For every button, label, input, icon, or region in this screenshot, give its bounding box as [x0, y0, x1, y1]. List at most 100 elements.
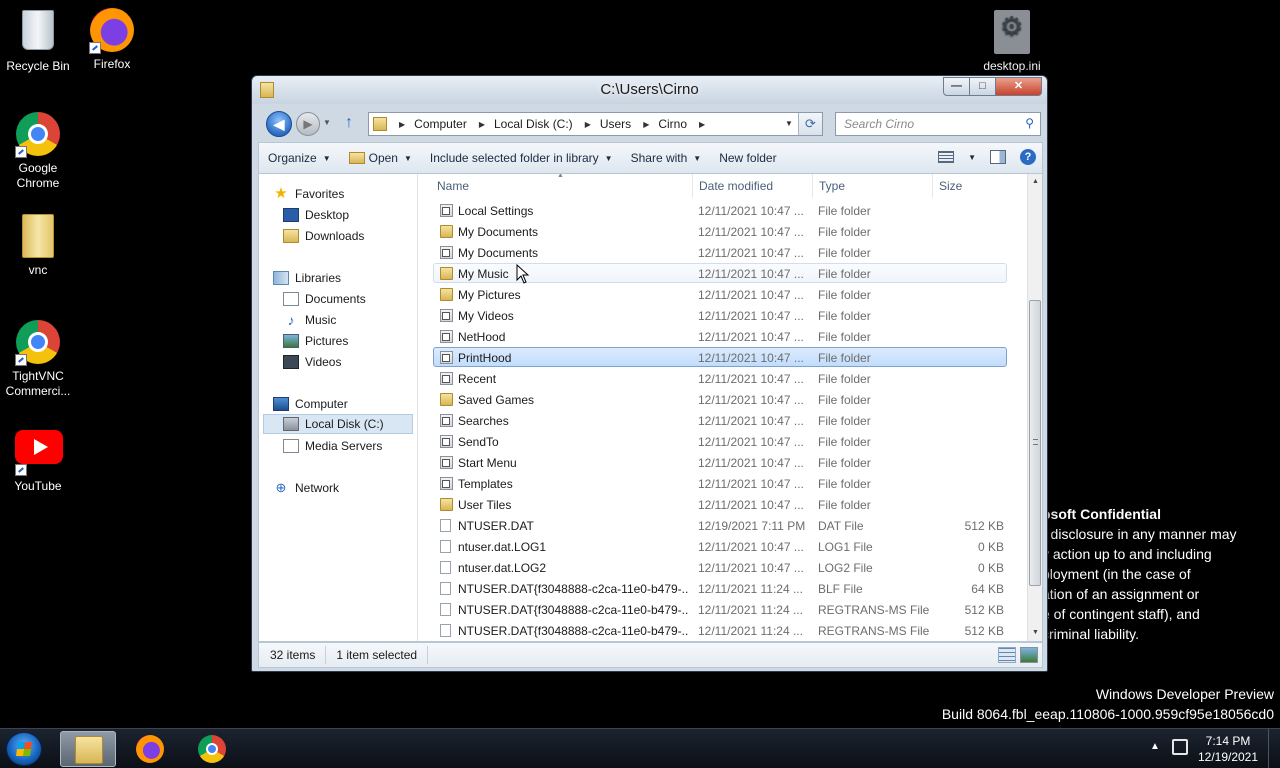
- title-bar[interactable]: C:\Users\Cirno — □ ✕: [252, 76, 1047, 104]
- nav-desktop[interactable]: Desktop: [283, 205, 349, 225]
- file-date: 12/19/2021 7:11 PM: [698, 519, 806, 533]
- share-with-button[interactable]: Share with ▼: [622, 143, 711, 173]
- column-header-size[interactable]: Size: [933, 174, 1013, 198]
- file-row[interactable]: My Pictures 12/11/2021 10:47 ... File fold…: [433, 284, 1007, 304]
- file-row[interactable]: Local Settings 12/11/2021 10:47 ... File f…: [433, 200, 1007, 220]
- column-header-type[interactable]: Type: [813, 174, 933, 198]
- breadcrumb-local-disk[interactable]: Local Disk (C:): [494, 117, 573, 131]
- desktop-icon-recycle-bin[interactable]: Recycle Bin: [0, 8, 76, 74]
- file-row[interactable]: NTUSER.DAT{f3048888-c2ca-11e0-b479-... 12…: [433, 620, 1007, 640]
- vertical-scrollbar[interactable]: ▲ ▼: [1027, 174, 1042, 641]
- file-row[interactable]: My Documents 12/11/2021 10:47 ... File fol…: [433, 221, 1007, 241]
- nav-documents[interactable]: Documents: [283, 289, 366, 309]
- forward-button[interactable]: ▶: [296, 112, 320, 136]
- show-desktop-button[interactable]: [1268, 729, 1280, 768]
- refresh-button[interactable]: ⟳: [798, 113, 822, 135]
- desktop-icon-youtube[interactable]: YouTube: [0, 424, 76, 494]
- column-header-name[interactable]: Name: [431, 174, 693, 198]
- chevron-right-icon[interactable]: ▶: [479, 120, 485, 129]
- taskbar-firefox-button[interactable]: [122, 731, 178, 767]
- change-view-icon[interactable]: [938, 151, 955, 163]
- include-in-library-button[interactable]: Include selected folder in library ▼: [421, 143, 622, 173]
- navigation-bar: ◀ ▶ ▼ ↑ ▶ Computer ▶ Local Disk (C:) ▶ U…: [258, 108, 1043, 138]
- maximize-button[interactable]: □: [970, 77, 996, 96]
- back-button[interactable]: ◀: [266, 111, 292, 137]
- search-input[interactable]: Search Cirno ⚲: [835, 112, 1041, 136]
- file-type: REGTRANS-MS File: [818, 603, 930, 617]
- hard-disk-icon: [283, 417, 299, 431]
- breadcrumb-computer[interactable]: Computer: [414, 117, 467, 131]
- scroll-up-arrow[interactable]: ▲: [1028, 174, 1043, 190]
- nav-music[interactable]: ♪ Music: [283, 310, 337, 330]
- file-row[interactable]: NTUSER.DAT{f3048888-c2ca-11e0-b479-... 12…: [433, 578, 1007, 598]
- open-button[interactable]: Open ▼: [340, 143, 421, 173]
- start-button[interactable]: [6, 732, 42, 766]
- scroll-thumb[interactable]: [1029, 300, 1041, 586]
- desktop-icon: [283, 208, 299, 222]
- file-row[interactable]: My Documents 12/11/2021 10:47 ... File fol…: [433, 242, 1007, 262]
- desktop-icon-tightvnc[interactable]: TightVNC Commerci...: [0, 320, 76, 399]
- file-row[interactable]: Searches 12/11/2021 10:47 ... File folder: [433, 410, 1007, 430]
- file-row[interactable]: NTUSER.DAT 12/19/2021 7:11 PM DAT File 512 …: [433, 515, 1007, 535]
- file-row[interactable]: SendTo 12/11/2021 10:47 ... File folder: [433, 431, 1007, 451]
- file-row[interactable]: User Tiles 12/11/2021 10:47 ... File folde…: [433, 494, 1007, 514]
- nav-local-disk[interactable]: Local Disk (C:): [263, 414, 413, 434]
- nav-favorites[interactable]: ★ Favorites: [273, 184, 344, 204]
- chevron-right-icon[interactable]: ▶: [699, 120, 705, 129]
- desktop-icon-google-chrome[interactable]: Google Chrome: [0, 112, 76, 191]
- nav-libraries[interactable]: Libraries: [273, 268, 341, 288]
- address-dropdown[interactable]: ▼: [782, 113, 796, 135]
- new-folder-button[interactable]: New folder: [710, 143, 785, 173]
- taskbar-explorer-button[interactable]: [60, 731, 116, 767]
- file-row[interactable]: ntuser.dat.LOG2 12/11/2021 10:47 ... LOG2 …: [433, 557, 1007, 577]
- chevron-right-icon[interactable]: ▶: [643, 120, 649, 129]
- nav-network[interactable]: ⊕ Network: [273, 478, 339, 498]
- minimize-button[interactable]: —: [943, 77, 970, 96]
- clock[interactable]: 7:14 PM 12/19/2021: [1196, 733, 1260, 765]
- nav-pictures[interactable]: Pictures: [283, 331, 348, 351]
- new-folder-label: New folder: [719, 151, 777, 165]
- column-header-date[interactable]: Date modified: [693, 174, 813, 198]
- large-icons-view-icon[interactable]: [1020, 647, 1038, 663]
- breadcrumb-users[interactable]: Users: [600, 117, 631, 131]
- file-row[interactable]: ntuser.dat.LOG1 12/11/2021 10:47 ... LOG1 …: [433, 536, 1007, 556]
- network-tray-icon[interactable]: [1172, 739, 1188, 755]
- file-row[interactable]: NetHood 12/11/2021 10:47 ... File folder: [433, 326, 1007, 346]
- recent-pages-dropdown[interactable]: ▼: [323, 118, 331, 127]
- nav-downloads[interactable]: Downloads: [283, 226, 364, 246]
- address-bar[interactable]: ▶ Computer ▶ Local Disk (C:) ▶ Users ▶ C…: [368, 112, 823, 136]
- scroll-down-arrow[interactable]: ▼: [1028, 625, 1043, 641]
- breadcrumb-cirno[interactable]: Cirno: [658, 117, 687, 131]
- organize-label: Organize: [268, 151, 317, 165]
- organize-button[interactable]: Organize ▼: [259, 143, 340, 173]
- file-type: File folder: [818, 414, 871, 428]
- file-row[interactable]: Saved Games 12/11/2021 10:47 ... File fold…: [433, 389, 1007, 409]
- desktop-icon-firefox[interactable]: Firefox: [74, 8, 150, 72]
- nav-videos[interactable]: Videos: [283, 352, 341, 372]
- desktop-icon-desktop-ini[interactable]: desktop.ini: [974, 10, 1050, 74]
- close-button[interactable]: ✕: [996, 77, 1042, 96]
- file-row[interactable]: Recent 12/11/2021 10:47 ... File folder: [433, 368, 1007, 388]
- show-hidden-icons-icon[interactable]: ▲: [1150, 741, 1160, 752]
- file-row[interactable]: Start Menu 12/11/2021 10:47 ... File folde…: [433, 452, 1007, 472]
- taskbar-chrome-button[interactable]: [184, 731, 240, 767]
- libraries-icon: [273, 271, 289, 285]
- chevron-right-icon[interactable]: ▶: [585, 120, 591, 129]
- watermark-line: ation of an assignment or: [1042, 586, 1200, 602]
- file-row[interactable]: Templates 12/11/2021 10:47 ... File folder: [433, 473, 1007, 493]
- folder-icon: [440, 225, 453, 238]
- details-view-icon[interactable]: [998, 647, 1016, 663]
- nav-media-servers[interactable]: Media Servers: [283, 436, 382, 456]
- file-row[interactable]: PrintHood 12/11/2021 10:47 ... File folder: [433, 347, 1007, 367]
- help-icon[interactable]: ?: [1020, 149, 1036, 165]
- desktop-icon-vnc[interactable]: vnc: [0, 214, 76, 278]
- up-button[interactable]: ↑: [345, 114, 353, 132]
- nav-computer[interactable]: Computer: [273, 394, 348, 414]
- clock-date: 12/19/2021: [1197, 750, 1259, 764]
- chevron-down-icon[interactable]: ▼: [968, 153, 976, 162]
- preview-pane-icon[interactable]: [990, 150, 1006, 164]
- file-row[interactable]: NTUSER.DAT{f3048888-c2ca-11e0-b479-... 12…: [433, 599, 1007, 619]
- file-row[interactable]: My Videos 12/11/2021 10:47 ... File folder: [433, 305, 1007, 325]
- chevron-right-icon[interactable]: ▶: [399, 120, 405, 129]
- search-icon[interactable]: ⚲: [1025, 116, 1034, 130]
